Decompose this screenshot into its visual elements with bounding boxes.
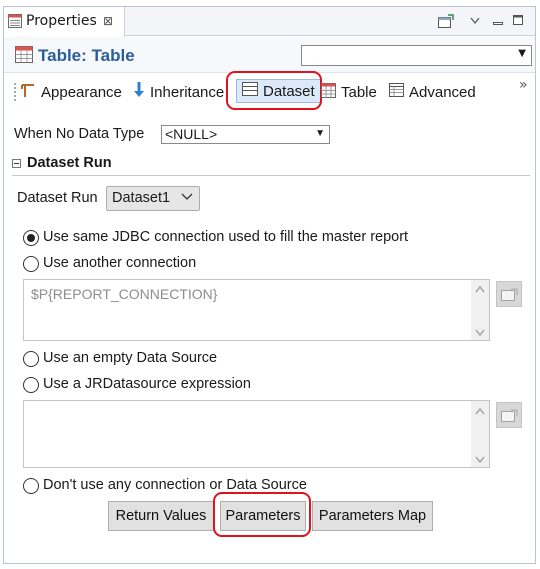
radio-label: Use an empty Data Source: [43, 350, 218, 366]
close-icon[interactable]: ⊠: [103, 14, 113, 28]
expression-editor-icon: [501, 288, 518, 301]
tab-label: Inheritance: [150, 83, 225, 101]
pin-editor-icon[interactable]: [438, 14, 454, 32]
tab-inheritance[interactable]: Inheritance: [133, 82, 224, 102]
element-selector-combo[interactable]: ▼: [301, 45, 532, 66]
return-values-button[interactable]: Return Values: [108, 501, 214, 531]
view-menu-icon[interactable]: [470, 13, 480, 29]
vertical-scrollbar[interactable]: [471, 401, 489, 467]
datasource-expression-field[interactable]: [23, 400, 490, 468]
appearance-icon: [20, 82, 36, 102]
radio-button[interactable]: [23, 256, 39, 272]
tab-label: Advanced: [409, 83, 476, 101]
no-data-type-value: <NULL>: [165, 126, 218, 142]
chevron-down-icon: [181, 190, 193, 204]
properties-icon: [8, 14, 22, 32]
radio-label: Use same JDBC connection used to fill th…: [43, 229, 409, 245]
table-element-icon: [15, 46, 33, 67]
maximize-icon[interactable]: [513, 13, 523, 29]
view-tab-label: Properties: [26, 13, 97, 29]
advanced-icon: [389, 83, 404, 101]
dropdown-arrow-icon: ▼: [518, 48, 526, 59]
section-title: Dataset Run: [27, 155, 112, 171]
dataset-run-combo[interactable]: Dataset1: [106, 186, 200, 211]
radio-jrdatasource-expression[interactable]: Use a JRDatasource expression: [23, 376, 323, 396]
radio-another-connection[interactable]: Use another connection: [23, 255, 323, 275]
radio-same-jdbc[interactable]: Use same JDBC connection used to fill th…: [23, 229, 443, 249]
collapse-icon[interactable]: [12, 158, 21, 168]
parameters-button-highlight: [213, 492, 311, 537]
dataset-tab-highlight: [226, 71, 322, 110]
minimize-icon[interactable]: [493, 14, 503, 30]
radio-label: Use another connection: [43, 255, 197, 271]
scroll-up-icon[interactable]: [475, 405, 485, 418]
connection-expression-text: $P{REPORT_CONNECTION}: [31, 286, 218, 302]
radio-label: Don't use any connection or Data Source: [43, 477, 307, 493]
vertical-scrollbar[interactable]: [471, 280, 489, 340]
dataset-run-section-header[interactable]: Dataset Run: [12, 155, 112, 171]
radio-label: Use a JRDatasource expression: [43, 376, 251, 392]
tab-advanced[interactable]: Advanced: [389, 82, 476, 102]
dropdown-arrow-icon: ▼: [315, 128, 325, 139]
dataset-run-value: Dataset1: [112, 190, 171, 206]
expression-editor-button[interactable]: [496, 402, 522, 428]
tab-label: Appearance: [41, 83, 122, 101]
radio-button[interactable]: [23, 351, 39, 367]
scroll-up-icon[interactable]: [475, 283, 485, 296]
scroll-down-icon[interactable]: [475, 326, 485, 339]
tab-label: Table: [341, 83, 377, 101]
radio-button[interactable]: [23, 377, 39, 393]
radio-button[interactable]: [23, 230, 39, 246]
no-data-type-label: When No Data Type: [14, 126, 145, 142]
scroll-down-icon[interactable]: [475, 453, 485, 466]
tabs-overflow-icon[interactable]: »: [519, 77, 528, 93]
table-icon: [321, 82, 336, 102]
properties-title: Table: Table: [38, 46, 135, 65]
expression-editor-button[interactable]: [496, 281, 522, 307]
toolbar-grip: [14, 83, 16, 101]
connection-expression-field[interactable]: $P{REPORT_CONNECTION}: [23, 279, 490, 341]
parameters-map-button[interactable]: Parameters Map: [312, 501, 433, 531]
no-data-type-combo[interactable]: <NULL> ▼: [161, 125, 330, 144]
radio-empty-datasource[interactable]: Use an empty Data Source: [23, 350, 323, 370]
tab-table[interactable]: Table: [321, 82, 377, 102]
section-divider: [12, 175, 530, 176]
inheritance-icon: [133, 81, 145, 103]
expression-editor-icon: [501, 409, 518, 422]
tab-appearance[interactable]: Appearance: [20, 82, 122, 102]
dataset-run-label: Dataset Run: [17, 190, 98, 206]
radio-button[interactable]: [23, 478, 39, 494]
